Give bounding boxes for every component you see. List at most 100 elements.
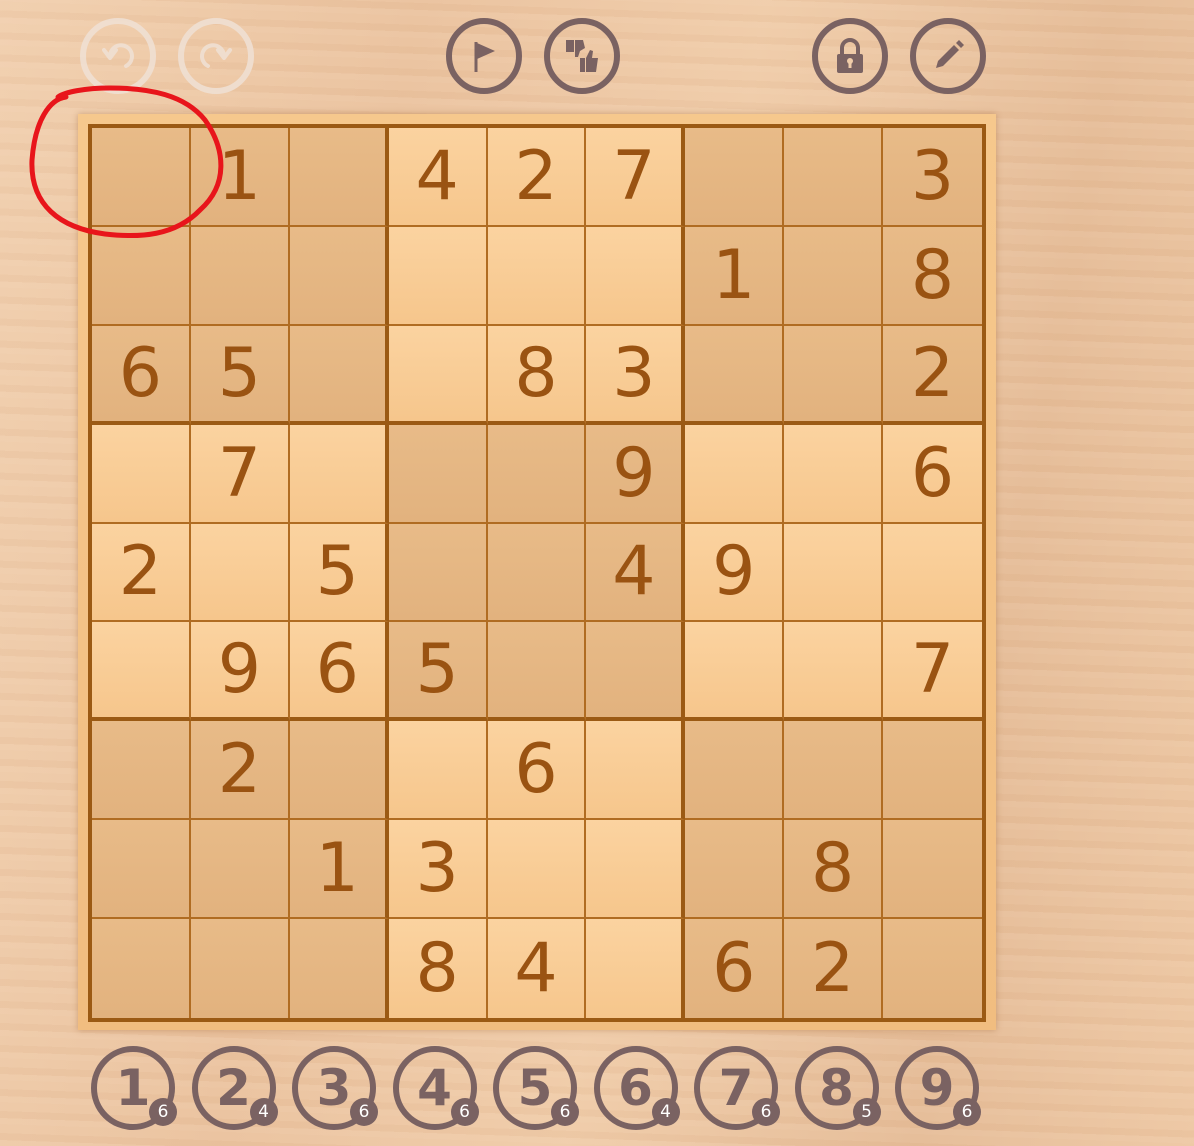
cell-r5-c5[interactable]	[487, 523, 587, 623]
cell-r2-c8[interactable]	[784, 226, 884, 326]
cell-r3-c2[interactable]: 5	[190, 325, 290, 425]
rate-button[interactable]	[544, 18, 620, 94]
cell-r1-c1[interactable]	[92, 128, 191, 227]
cell-r8-c5[interactable]	[487, 820, 587, 920]
cell-r1-c4[interactable]: 4	[388, 128, 488, 227]
cell-r9-c4[interactable]: 8	[388, 919, 488, 1018]
cell-r4-c9[interactable]: 6	[883, 424, 982, 524]
cell-r9-c2[interactable]	[190, 919, 290, 1018]
digit-4-button[interactable]: 46	[392, 1046, 479, 1130]
cell-r6-c7[interactable]	[685, 622, 785, 722]
cell-r1-c8[interactable]	[784, 128, 884, 227]
cell-r4-c1[interactable]	[92, 424, 191, 524]
cell-r3-c7[interactable]	[685, 325, 785, 425]
cell-r8-c4[interactable]: 3	[388, 820, 488, 920]
cell-r1-c9[interactable]: 3	[883, 128, 982, 227]
cell-r4-c8[interactable]	[784, 424, 884, 524]
cell-r6-c3[interactable]: 6	[289, 622, 389, 722]
cell-r1-c3[interactable]	[289, 128, 389, 227]
pencil-button[interactable]	[910, 18, 986, 94]
digit-5-button[interactable]: 56	[493, 1046, 579, 1130]
cell-r7-c6[interactable]	[586, 721, 686, 821]
cell-r3-c5[interactable]: 8	[487, 325, 587, 425]
flag-button[interactable]	[446, 18, 522, 94]
cell-r3-c4[interactable]	[388, 325, 488, 425]
cell-r8-c8[interactable]: 8	[784, 820, 884, 920]
cell-r2-c3[interactable]	[289, 226, 389, 326]
cell-r5-c9[interactable]	[883, 523, 982, 623]
digit-1-button[interactable]: 16	[91, 1046, 177, 1130]
digit-6-button[interactable]: 64	[593, 1046, 680, 1130]
cell-r7-c7[interactable]	[685, 721, 785, 821]
cell-r5-c6[interactable]: 4	[586, 523, 686, 623]
cell-r3-c6[interactable]: 3	[586, 325, 686, 425]
lock-button[interactable]	[812, 18, 888, 94]
cell-r4-c6[interactable]: 9	[586, 424, 686, 524]
cell-r2-c2[interactable]	[190, 226, 290, 326]
cell-r4-c7[interactable]	[685, 424, 785, 524]
cell-r6-c4[interactable]: 5	[388, 622, 488, 722]
cell-r4-c2[interactable]: 7	[190, 424, 290, 524]
cell-r7-c5[interactable]: 6	[487, 721, 587, 821]
redo-button[interactable]	[178, 18, 254, 94]
cell-r8-c2[interactable]	[190, 820, 290, 920]
cell-r6-c8[interactable]	[784, 622, 884, 722]
cell-r9-c6[interactable]	[586, 919, 686, 1018]
cell-r7-c4[interactable]	[388, 721, 488, 821]
cell-r2-c1[interactable]	[92, 226, 191, 326]
cell-r2-c4[interactable]	[388, 226, 488, 326]
digit-label: 1	[115, 1059, 151, 1117]
cell-r6-c6[interactable]	[586, 622, 686, 722]
digit-7-button[interactable]: 76	[694, 1046, 780, 1130]
cell-r8-c1[interactable]	[92, 820, 191, 920]
cell-r4-c3[interactable]	[289, 424, 389, 524]
cell-r2-c5[interactable]	[487, 226, 587, 326]
cell-r9-c7[interactable]: 6	[685, 919, 785, 1018]
cell-r5-c3[interactable]: 5	[289, 523, 389, 623]
cell-r2-c7[interactable]: 1	[685, 226, 785, 326]
cell-r6-c2[interactable]: 9	[190, 622, 290, 722]
cell-r1-c6[interactable]: 7	[586, 128, 686, 227]
remaining-count-badge: 6	[450, 1098, 479, 1126]
cell-r5-c7[interactable]: 9	[685, 523, 785, 623]
cell-r1-c7[interactable]	[685, 128, 785, 227]
cell-r5-c1[interactable]: 2	[92, 523, 191, 623]
cell-r6-c5[interactable]	[487, 622, 587, 722]
cell-r7-c9[interactable]	[883, 721, 982, 821]
cell-r9-c8[interactable]: 2	[784, 919, 884, 1018]
cell-r2-c9[interactable]: 8	[883, 226, 982, 326]
cell-r5-c4[interactable]	[388, 523, 488, 623]
digit-2-button[interactable]: 24	[191, 1046, 278, 1130]
cell-r4-c4[interactable]	[388, 424, 488, 524]
digit-8-button[interactable]: 85	[794, 1046, 881, 1130]
cell-r9-c3[interactable]	[289, 919, 389, 1018]
cell-r9-c1[interactable]	[92, 919, 191, 1018]
cell-r1-c2[interactable]: 1	[190, 128, 290, 227]
cell-r8-c3[interactable]: 1	[289, 820, 389, 920]
cell-r3-c3[interactable]	[289, 325, 389, 425]
cell-r7-c8[interactable]	[784, 721, 884, 821]
cell-r7-c1[interactable]	[92, 721, 191, 821]
cell-r5-c8[interactable]	[784, 523, 884, 623]
cell-r8-c7[interactable]	[685, 820, 785, 920]
cell-r4-c5[interactable]	[487, 424, 587, 524]
undo-button[interactable]	[80, 18, 156, 94]
cell-r3-c8[interactable]	[784, 325, 884, 425]
digit-label: 9	[919, 1059, 955, 1117]
cell-r9-c5[interactable]: 4	[487, 919, 587, 1018]
cell-r3-c1[interactable]: 6	[92, 325, 191, 425]
digit-9-button[interactable]: 96	[895, 1046, 981, 1130]
cell-r3-c9[interactable]: 2	[883, 325, 982, 425]
digit-3-button[interactable]: 36	[292, 1046, 378, 1130]
cell-r5-c2[interactable]	[190, 523, 290, 623]
cell-r1-c5[interactable]: 2	[487, 128, 587, 227]
cell-r2-c6[interactable]	[586, 226, 686, 326]
cell-r6-c1[interactable]	[92, 622, 191, 722]
cell-r6-c9[interactable]: 7	[883, 622, 982, 722]
cell-r9-c9[interactable]	[883, 919, 982, 1018]
cell-r8-c9[interactable]	[883, 820, 982, 920]
cell-r8-c6[interactable]	[586, 820, 686, 920]
cell-r7-c2[interactable]: 2	[190, 721, 290, 821]
lock-icon	[837, 38, 863, 73]
cell-r7-c3[interactable]	[289, 721, 389, 821]
